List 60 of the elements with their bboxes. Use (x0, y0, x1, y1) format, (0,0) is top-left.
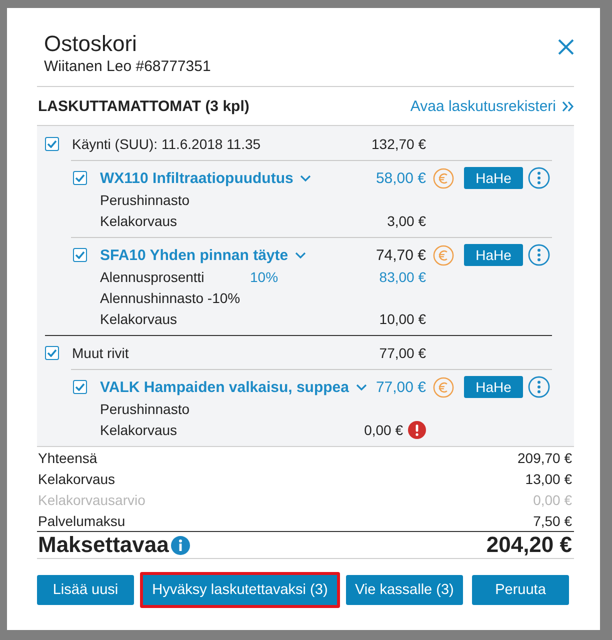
summary-label: Kelakorvausarvio (38, 492, 146, 508)
detail-amount: 3,00 € (387, 212, 426, 228)
patient-name: Wiitanen Leo #68777351 (44, 58, 211, 76)
more-options-icon[interactable] (528, 167, 550, 189)
checkbox[interactable] (45, 137, 59, 151)
summary-amount: 13,00 € (525, 470, 572, 486)
more-options-icon[interactable] (528, 244, 550, 266)
double-chevron-icon[interactable] (562, 100, 574, 112)
detail-label: Kelakorvaus (100, 212, 178, 228)
checkbox[interactable] (73, 380, 87, 394)
detail-label: Kelakorvaus (100, 422, 178, 438)
detail-amount: 83,00 € (379, 268, 426, 284)
item-price[interactable]: 58,00 € (376, 170, 426, 186)
group-label: Käynti (SUU): 11.6.2018 11.35 (72, 136, 262, 152)
group-amount: 132,70 € (372, 136, 426, 152)
action-button[interactable]: Lisää uusi (37, 575, 134, 605)
action-button[interactable]: Peruuta (472, 575, 569, 605)
action-button[interactable]: Hyväksy laskutettavaksi (3) (140, 572, 340, 608)
register-link[interactable]: Avaa laskutusrekisteri (410, 98, 556, 114)
checkbox[interactable] (45, 346, 59, 360)
tag-button[interactable]: HaHe (464, 167, 523, 189)
item-name[interactable]: SFA10 Yhden pinnan täyte (100, 246, 288, 264)
tag-button[interactable]: HaHe (464, 376, 523, 398)
detail-amount: 10,00 € (379, 310, 426, 326)
summary-amount: 7,50 € (533, 512, 572, 528)
group-label: Muut rivit (72, 345, 130, 361)
item-price[interactable]: 77,00 € (376, 378, 426, 396)
chevron-down-icon[interactable] (300, 174, 312, 182)
summary-label: Yhteensä (38, 450, 98, 466)
tag-button[interactable]: HaHe (464, 244, 523, 266)
checkbox[interactable] (73, 248, 87, 262)
detail-label: Kelakorvaus (100, 310, 178, 326)
euro-coin-icon[interactable] (433, 376, 454, 398)
group-amount: 77,00 € (379, 345, 426, 361)
discount-percent: 10% (250, 268, 280, 284)
info-icon[interactable] (170, 536, 190, 554)
summary-label: Kelakorvaus (38, 470, 116, 486)
close-icon[interactable] (558, 39, 574, 55)
checkbox[interactable] (73, 171, 87, 185)
total-amount: 204,20 € (486, 532, 572, 558)
summary-amount: 0,00 € (533, 492, 572, 508)
detail-amount: 0,00 € (364, 422, 403, 438)
chevron-down-icon[interactable] (295, 252, 306, 258)
item-name[interactable]: VALK Hampaiden valkaisu, suppea (100, 378, 349, 396)
euro-coin-icon[interactable] (433, 168, 454, 188)
detail-label: Alennushinnasto -10% (100, 290, 242, 306)
euro-coin-icon[interactable] (433, 244, 454, 266)
detail-label: Perushinnasto (100, 192, 191, 208)
chevron-down-icon[interactable] (356, 384, 367, 390)
summary-label: Palvelumaksu (38, 512, 126, 528)
dialog-title: Ostoskori (44, 30, 138, 58)
summary-amount: 209,70 € (518, 450, 572, 466)
detail-label: Perushinnasto (100, 400, 191, 416)
detail-label: Alennusprosentti (100, 268, 206, 284)
item-name[interactable]: WX110 Infiltraatiopuudutus (100, 170, 294, 186)
section-title: LASKUTTAMATTOMAT (3 kpl) (38, 98, 250, 114)
total-label: Maksettavaa (38, 532, 169, 558)
more-options-icon[interactable] (528, 376, 550, 398)
item-price: 74,70 € (376, 246, 426, 264)
action-button[interactable]: Vie kassalle (3) (346, 575, 463, 605)
